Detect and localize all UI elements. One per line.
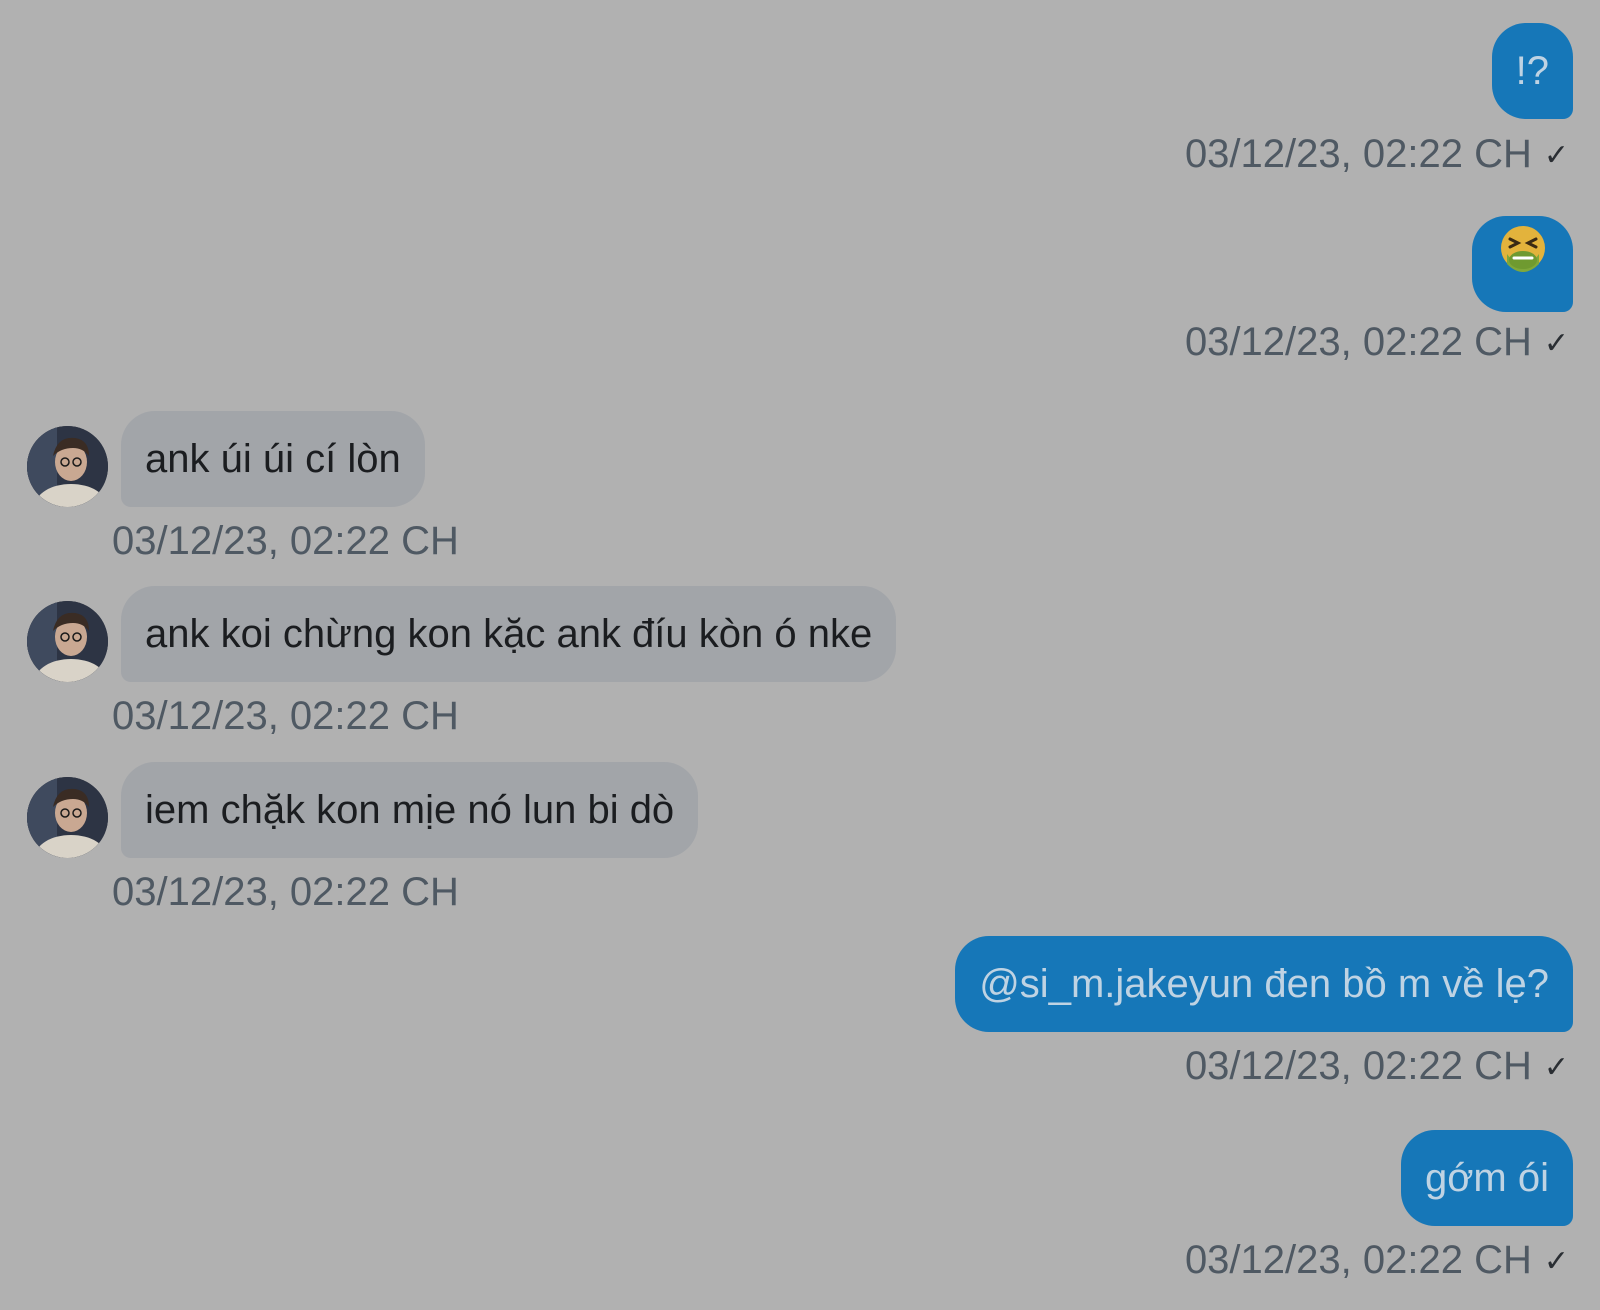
message-outgoing: !? 03/12/23, 02:22 CH ✓ — [0, 0, 1600, 190]
message-timestamp: 03/12/23, 02:22 CH — [1184, 1044, 1532, 1088]
message-timestamp: 03/12/23, 02:22 CH — [112, 519, 459, 563]
message-bubble[interactable]: !? — [1491, 23, 1573, 119]
avatar[interactable] — [27, 426, 108, 507]
message-meta: 03/12/23, 02:22 CH — [112, 692, 459, 740]
message-text: ank úi úi cí lòn — [145, 437, 401, 481]
avatar[interactable] — [27, 601, 108, 682]
message-incoming: ank úi úi cí lòn 03/12/23, 02:22 CH — [0, 390, 1600, 566]
nauseated-face-emoji-icon — [1497, 215, 1549, 311]
message-bubble[interactable]: iem chặk kon mịe nó lun bi dò — [121, 762, 699, 858]
message-bubble[interactable]: ank koi chừng kon kặc ank đíu kòn ó nke — [121, 586, 897, 682]
message-meta: 03/12/23, 02:22 CH ✓ — [1185, 1236, 1569, 1284]
message-meta: 03/12/23, 02:22 CH ✓ — [1185, 318, 1569, 366]
avatar[interactable] — [27, 777, 108, 858]
message-meta: 03/12/23, 02:22 CH — [112, 868, 459, 916]
message-bubble[interactable]: gớm ói — [1400, 1130, 1573, 1226]
message-text: ank koi chừng kon kặc ank đíu kòn ó nke — [145, 612, 873, 656]
message-outgoing: gớm ói 03/12/23, 02:22 CH ✓ — [0, 1112, 1600, 1310]
sent-check-icon: ✓ — [1543, 1051, 1569, 1084]
message-timestamp: 03/12/23, 02:22 CH — [1184, 320, 1532, 364]
message-outgoing: 03/12/23, 02:22 CH ✓ — [0, 190, 1600, 390]
message-meta: 03/12/23, 02:22 CH ✓ — [1185, 1042, 1569, 1090]
message-timestamp: 03/12/23, 02:22 CH — [1184, 1238, 1532, 1282]
message-text: !? — [1515, 49, 1549, 93]
sent-check-icon: ✓ — [1543, 1245, 1569, 1278]
message-bubble[interactable]: @si_m.jakeyun đen bồ m về lẹ? — [955, 936, 1573, 1032]
message-timestamp: 03/12/23, 02:22 CH — [112, 870, 459, 914]
chat-thread[interactable]: !? 03/12/23, 02:22 CH ✓ 03/12/23, 02:22 C… — [0, 0, 1600, 1310]
avatar-photo — [27, 777, 108, 858]
message-meta: 03/12/23, 02:22 CH ✓ — [1185, 130, 1569, 178]
sent-check-icon: ✓ — [1543, 139, 1569, 172]
message-outgoing: @si_m.jakeyun đen bồ m về lẹ? 03/12/23, … — [0, 918, 1600, 1112]
message-meta: 03/12/23, 02:22 CH — [112, 517, 459, 565]
message-incoming: ank koi chừng kon kặc ank đíu kòn ó nke … — [0, 566, 1600, 742]
message-timestamp: 03/12/23, 02:22 CH — [1184, 132, 1532, 176]
message-bubble[interactable]: ank úi úi cí lòn — [121, 411, 425, 507]
message-text: @si_m.jakeyun đen bồ m về lẹ? — [979, 962, 1549, 1006]
message-text: gớm ói — [1424, 1156, 1549, 1200]
message-bubble[interactable] — [1472, 216, 1573, 312]
message-incoming: iem chặk kon mịe nó lun bi dò 03/12/23, … — [0, 742, 1600, 918]
avatar-photo — [27, 426, 108, 507]
avatar-photo — [27, 601, 108, 682]
message-text: iem chặk kon mịe nó lun bi dò — [145, 788, 675, 832]
message-timestamp: 03/12/23, 02:22 CH — [112, 694, 459, 738]
sent-check-icon: ✓ — [1543, 327, 1569, 360]
